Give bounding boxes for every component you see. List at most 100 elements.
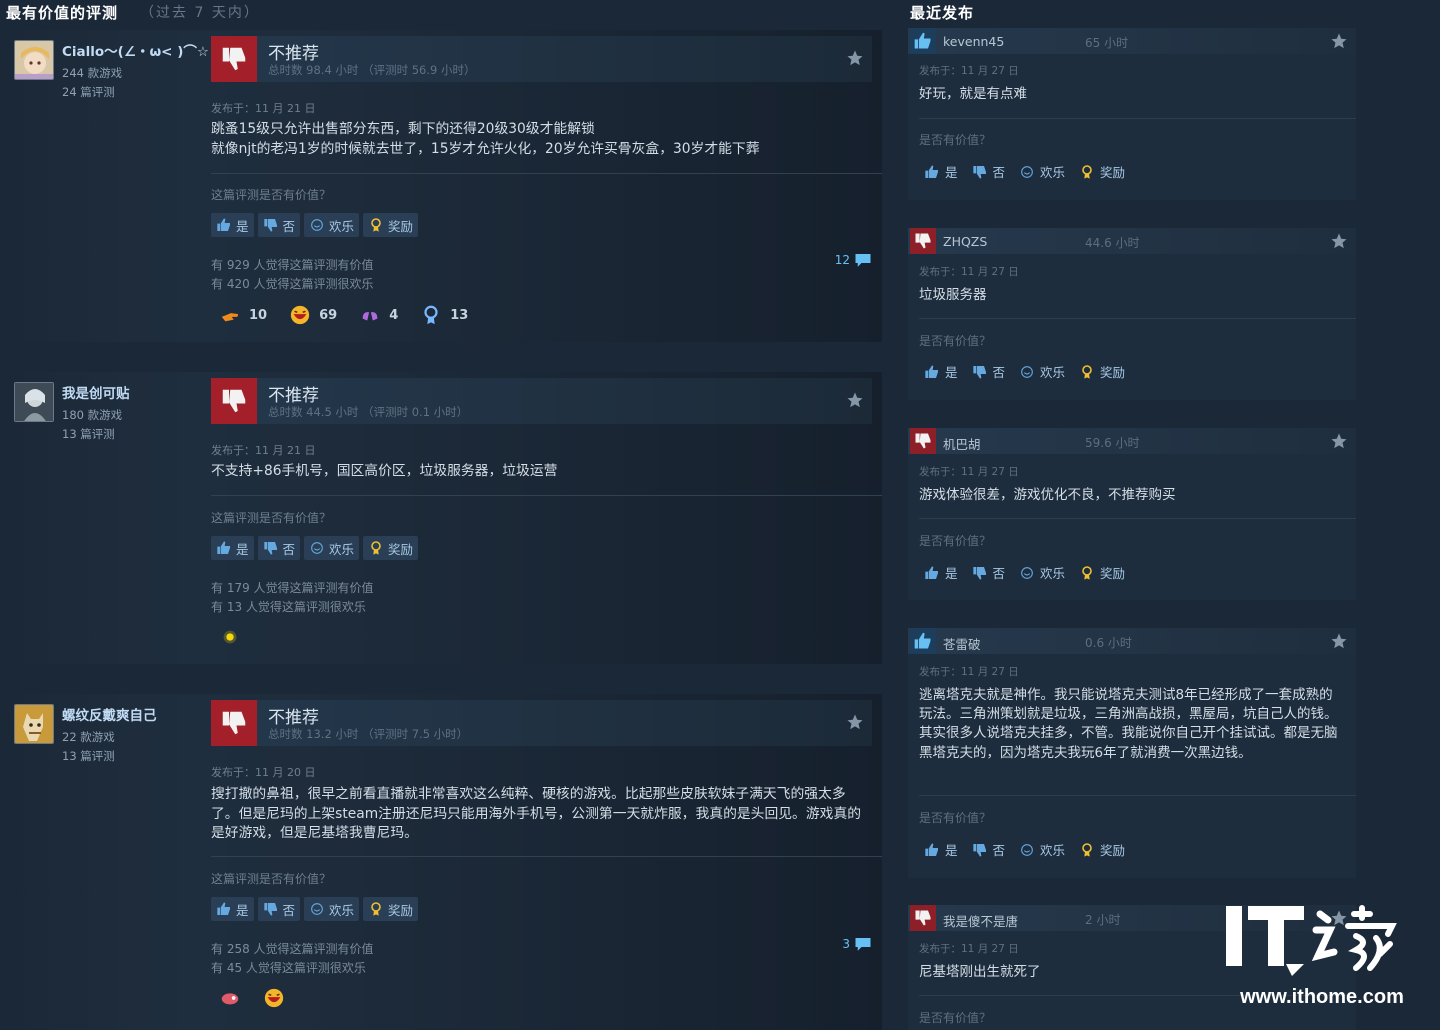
award-item[interactable]: 69: [289, 304, 337, 326]
post-author[interactable]: 苍雷破: [943, 634, 981, 653]
author-reviews-count[interactable]: 13 篇评测: [62, 748, 115, 764]
post-header[interactable]: 苍雷破 0.6 小时: [908, 628, 1356, 654]
vote-yes-label: 是: [945, 365, 958, 380]
author-games-count[interactable]: 244 款游戏: [62, 65, 122, 81]
avatar[interactable]: [14, 40, 54, 80]
vote-controls: 是 否 欢乐 奖励: [211, 536, 419, 560]
vote-funny-button[interactable]: 欢乐: [304, 536, 360, 560]
thumbs-down-icon: [972, 566, 986, 580]
verdict-bar[interactable]: 不推荐 总时数 98.4 小时 （评测时 56.9 小时）: [211, 36, 872, 82]
vote-no-button[interactable]: 否: [972, 563, 1005, 582]
award-item[interactable]: 4: [359, 304, 398, 326]
vote-yes-button[interactable]: 是: [924, 840, 958, 859]
award-button[interactable]: 奖励: [1079, 162, 1125, 181]
post-author[interactable]: 我是傻不是唐: [943, 911, 1018, 930]
vote-no-label: 否: [992, 165, 1006, 180]
vote-funny-button[interactable]: 欢乐: [304, 897, 360, 921]
vote-no-button[interactable]: 否: [972, 840, 1005, 859]
star-icon[interactable]: [1330, 32, 1348, 50]
post-author[interactable]: ZHQZS: [943, 234, 987, 249]
clapping-hands-icon: [362, 312, 378, 321]
award-item[interactable]: 13: [420, 304, 468, 326]
vote-no-button[interactable]: 否: [257, 536, 301, 560]
author-games-count[interactable]: 180 款游戏: [62, 407, 122, 423]
post-author[interactable]: 机巴胡: [943, 434, 981, 453]
verdict-bar[interactable]: 不推荐 总时数 13.2 小时 （评测时 7.5 小时）: [211, 700, 872, 746]
star-icon[interactable]: [846, 713, 864, 731]
post-header[interactable]: 机巴胡 59.6 小时: [908, 428, 1356, 454]
smile-icon: [311, 219, 323, 231]
star-icon[interactable]: [846, 391, 864, 409]
award-button[interactable]: 奖励: [1079, 362, 1125, 381]
award-item[interactable]: [219, 626, 241, 648]
vote-funny-button[interactable]: 欢乐: [1019, 563, 1065, 582]
vote-yes-label: 是: [945, 165, 958, 180]
vote-controls: 是 否 欢乐 奖励: [924, 362, 1125, 381]
award-button[interactable]: 奖励: [363, 897, 419, 921]
star-icon[interactable]: [1330, 632, 1348, 650]
award-summary: [219, 626, 241, 648]
recent-posts-header: 最近发布: [904, 0, 1440, 24]
avatar[interactable]: [14, 382, 54, 422]
thumbs-up-icon: [910, 628, 936, 654]
star-icon[interactable]: [1330, 432, 1348, 450]
thumbs-down-icon: [211, 700, 257, 746]
vote-yes-button[interactable]: 是: [924, 563, 958, 582]
post-playtime: 65 小时: [1085, 36, 1129, 50]
author-reviews-count[interactable]: 24 篇评测: [62, 84, 115, 100]
vote-no-button[interactable]: 否: [972, 362, 1005, 381]
award-button[interactable]: 奖励: [1079, 563, 1125, 582]
funny-count: 有 420 人觉得这篇评测很欢乐: [211, 277, 374, 291]
vote-yes-button[interactable]: 是: [211, 897, 254, 921]
vote-funny-button[interactable]: 欢乐: [1019, 362, 1065, 381]
vote-yes-button[interactable]: 是: [211, 213, 254, 237]
recent-post: 机巴胡 59.6 小时 发布于：11 月 27 日 游戏体验很差，游戏优化不良，…: [908, 428, 1356, 600]
post-header[interactable]: kevenn45 65 小时: [908, 28, 1356, 54]
helpful-question: 这篇评测是否有价值？: [211, 511, 332, 525]
vote-no-button[interactable]: 否: [257, 897, 301, 921]
hand-point-icon: [221, 313, 239, 322]
star-icon[interactable]: [1330, 232, 1348, 250]
vote-yes-button[interactable]: 是: [924, 362, 958, 381]
award-label: 奖励: [1100, 365, 1126, 380]
award-item[interactable]: [263, 987, 285, 1009]
vote-no-button[interactable]: 否: [257, 213, 301, 237]
award-item[interactable]: 10: [219, 304, 267, 326]
author-games-count[interactable]: 22 款游戏: [62, 729, 115, 745]
post-header[interactable]: ZHQZS 44.6 小时: [908, 228, 1356, 254]
star-icon[interactable]: [846, 49, 864, 67]
author-reviews-count[interactable]: 13 篇评测: [62, 426, 115, 442]
vote-yes-button[interactable]: 是: [211, 536, 254, 560]
vote-yes-button[interactable]: 是: [924, 162, 958, 181]
award-item[interactable]: [219, 987, 241, 1009]
most-helpful-title: 最有价值的评测: [6, 3, 119, 22]
recent-posts-title: 最近发布: [910, 3, 975, 22]
divider: [919, 518, 1356, 519]
author-name[interactable]: Ciallo～(∠・ω< )⌒☆: [62, 40, 212, 60]
vote-funny-button[interactable]: 欢乐: [304, 213, 360, 237]
comment-count[interactable]: 12: [835, 252, 872, 268]
award-button[interactable]: 奖励: [1079, 840, 1125, 859]
vote-funny-button[interactable]: 欢乐: [1019, 840, 1065, 859]
sparkle-icon: [223, 630, 237, 644]
award-label: 奖励: [1100, 566, 1126, 581]
vote-funny-button[interactable]: 欢乐: [1019, 162, 1065, 181]
award-button[interactable]: 奖励: [363, 213, 419, 237]
comment-count[interactable]: 3: [842, 936, 872, 952]
verdict-bar[interactable]: 不推荐 总时数 44.5 小时 （评测时 0.1 小时）: [211, 378, 872, 424]
review-card: Ciallo～(∠・ω< )⌒☆ 244 款游戏 24 篇评测 不推荐 总时数 …: [4, 30, 882, 342]
award-button[interactable]: 奖励: [363, 536, 419, 560]
vote-yes-label: 是: [236, 902, 249, 918]
comment-icon: [855, 938, 871, 951]
smile-icon: [1021, 365, 1033, 378]
vote-no-button[interactable]: 否: [972, 162, 1006, 181]
vote-funny-label: 欢乐: [1040, 365, 1066, 380]
comment-count-value: 12: [834, 253, 850, 267]
post-author[interactable]: kevenn45: [943, 34, 1004, 49]
avatar[interactable]: [14, 704, 54, 744]
divider: [919, 795, 1356, 796]
vote-funny-label: 欢乐: [329, 218, 355, 234]
author-name[interactable]: 螺纹反戴爽自己: [62, 704, 212, 724]
author-name[interactable]: 我是创可贴: [62, 382, 212, 402]
helpful-question: 是否有价值？: [919, 534, 992, 548]
